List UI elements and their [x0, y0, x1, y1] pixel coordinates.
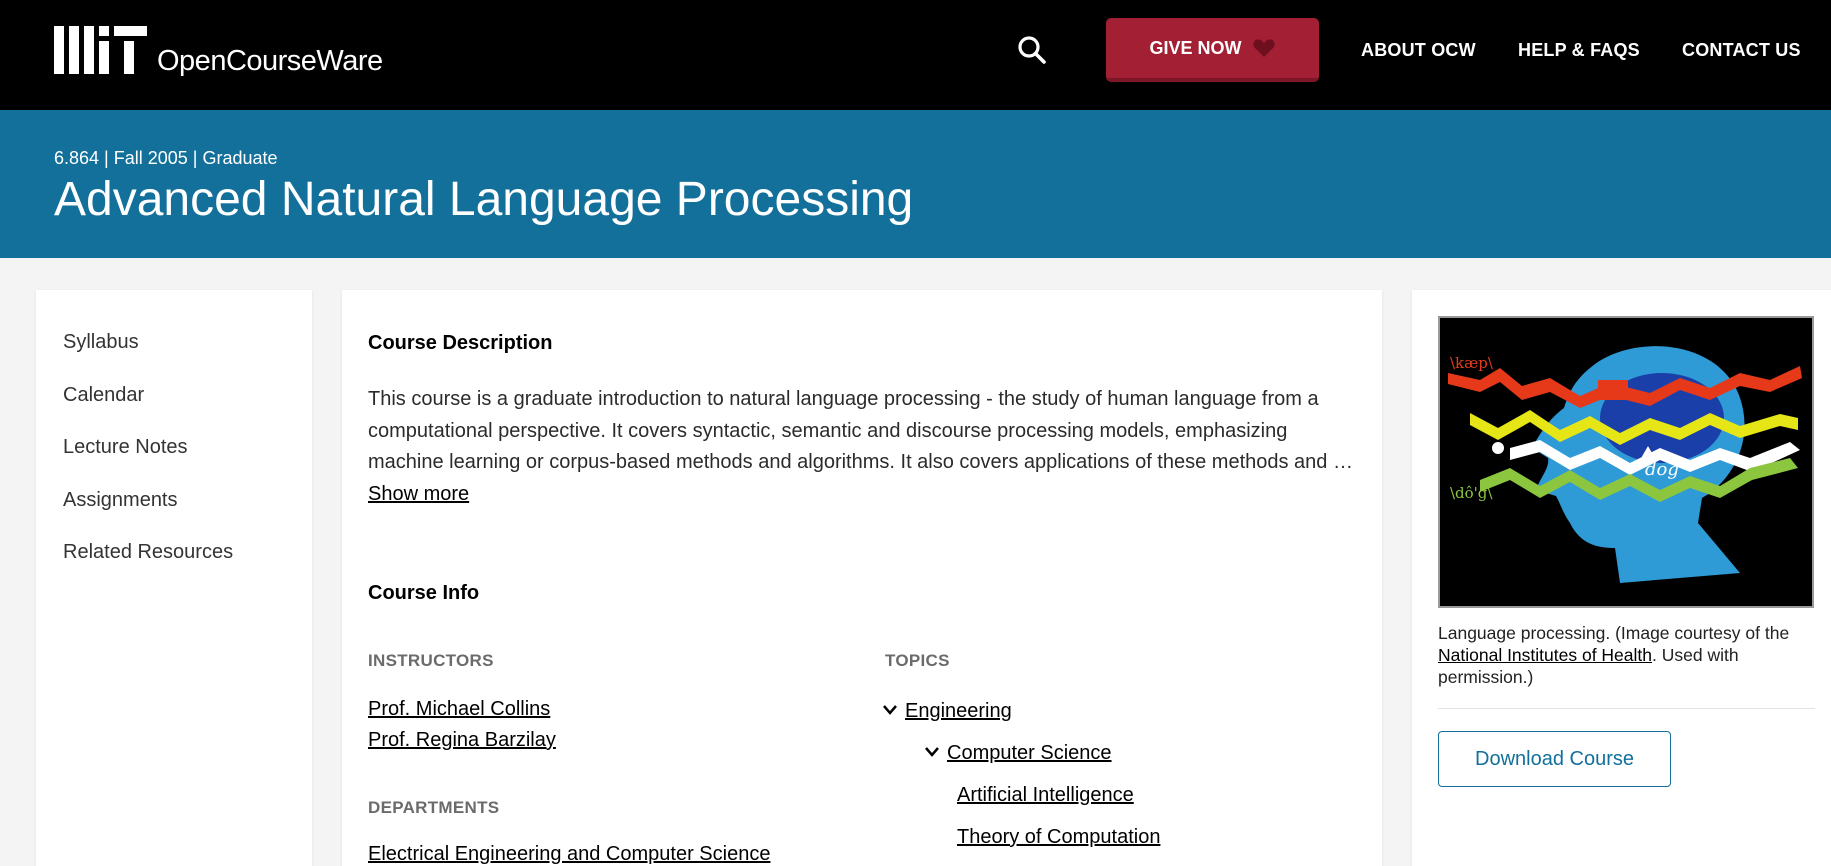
give-now-button[interactable]: GIVE NOW: [1106, 18, 1319, 82]
chevron-down-icon[interactable]: [882, 704, 898, 716]
head-illustration: \kæp\ \dô'g\ dog: [1440, 318, 1812, 606]
mit-logo-icon: [54, 26, 147, 74]
sidebar-item-lecture-notes[interactable]: Lecture Notes: [36, 437, 312, 490]
departments-label: DEPARTMENTS: [368, 798, 500, 817]
sidebar-item-syllabus[interactable]: Syllabus: [36, 332, 312, 385]
course-banner: 6.864 | Fall 2005 | Graduate Advanced Na…: [0, 110, 1831, 258]
sidebar-item-related-resources[interactable]: Related Resources: [36, 542, 312, 595]
divider: [1438, 708, 1815, 709]
mit-ocw-logo[interactable]: OpenCourseWare: [54, 26, 383, 77]
image-caption: Language processing. (Image courtesy of …: [1438, 622, 1818, 688]
chevron-down-icon[interactable]: [924, 746, 940, 758]
image-text-top: \kæp\: [1450, 354, 1494, 372]
give-now-label: GIVE NOW: [1149, 37, 1242, 58]
heart-icon: [1252, 39, 1275, 58]
instructors-label: INSTRUCTORS: [368, 651, 494, 670]
download-course-button[interactable]: Download Course: [1438, 731, 1671, 787]
image-text-bottom: \dô'g\: [1450, 484, 1493, 502]
course-info-heading: Course Info: [368, 582, 480, 604]
logo-text: OpenCourseWare: [157, 45, 383, 77]
nav-contact-us[interactable]: CONTACT US: [1682, 40, 1801, 61]
course-description: This course is a graduate introduction t…: [368, 384, 1368, 510]
course-description-heading: Course Description: [368, 332, 553, 354]
caption-link-nih[interactable]: National Institutes of Health: [1438, 645, 1652, 665]
topic-link-theory-of-computation[interactable]: Theory of Computation: [957, 826, 1160, 849]
topic-link-computer-science[interactable]: Computer Science: [947, 742, 1112, 765]
top-navigation-bar: OpenCourseWare GIVE NOW ABOUT OCW HELP &…: [0, 0, 1831, 110]
sidebar-item-calendar[interactable]: Calendar: [36, 385, 312, 438]
search-icon[interactable]: [1016, 34, 1048, 66]
course-main-content: Course Description This course is a grad…: [342, 290, 1382, 866]
course-sidebar: Syllabus Calendar Lecture Notes Assignme…: [36, 290, 312, 866]
show-more-link[interactable]: Show more: [368, 483, 469, 505]
nav-about-ocw[interactable]: ABOUT OCW: [1361, 40, 1476, 61]
department-link-eecs[interactable]: Electrical Engineering and Computer Scie…: [368, 843, 770, 866]
caption-before: Language processing. (Image courtesy of …: [1438, 623, 1790, 643]
course-meta: 6.864 | Fall 2005 | Graduate: [54, 148, 278, 168]
instructor-link-collins[interactable]: Prof. Michael Collins: [368, 698, 550, 721]
topic-link-artificial-intelligence[interactable]: Artificial Intelligence: [957, 784, 1134, 807]
sidebar-item-assignments[interactable]: Assignments: [36, 490, 312, 543]
course-side-info: \kæp\ \dô'g\ dog Language processing. (I…: [1412, 290, 1831, 866]
page-title: Advanced Natural Language Processing: [54, 173, 914, 226]
topic-link-engineering[interactable]: Engineering: [905, 700, 1012, 723]
topics-label: TOPICS: [885, 651, 950, 670]
course-description-text: This course is a graduate introduction t…: [368, 388, 1353, 473]
image-text-center: dog: [1645, 459, 1679, 480]
instructor-link-barzilay[interactable]: Prof. Regina Barzilay: [368, 729, 556, 752]
course-image: \kæp\ \dô'g\ dog: [1438, 316, 1814, 608]
nav-help-faqs[interactable]: HELP & FAQS: [1518, 40, 1640, 61]
